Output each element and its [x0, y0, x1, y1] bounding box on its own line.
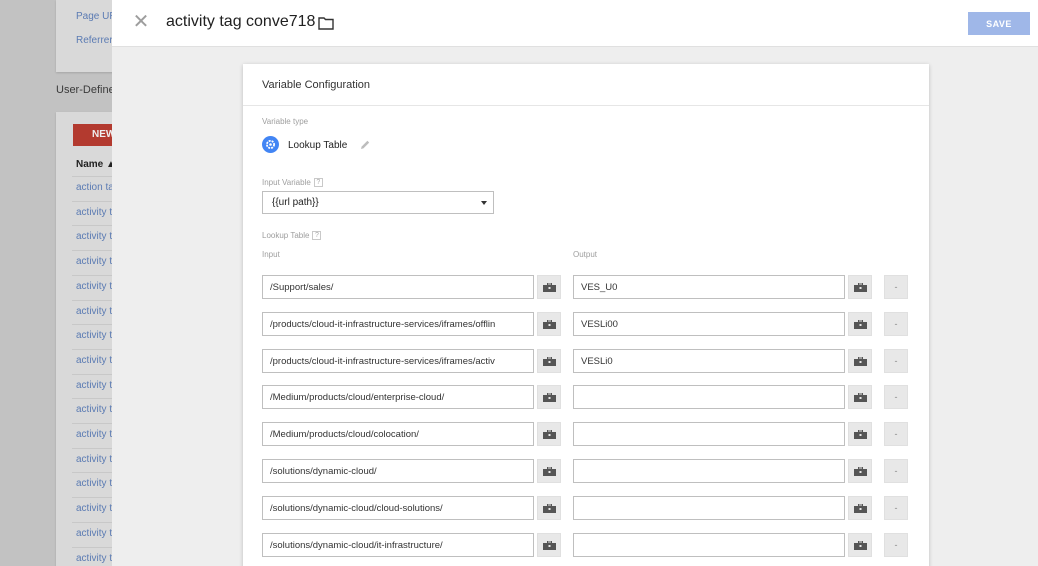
remove-row-button[interactable]: - — [884, 385, 908, 410]
input-column-header: Input — [262, 250, 280, 259]
insert-variable-button[interactable] — [537, 311, 561, 336]
insert-variable-button[interactable] — [537, 385, 561, 410]
variable-briefcase-icon — [854, 356, 867, 366]
dropdown-arrow-icon — [481, 201, 487, 205]
insert-variable-button[interactable] — [848, 459, 872, 483]
close-icon[interactable]: ✕ — [131, 11, 151, 33]
insert-variable-button[interactable] — [537, 532, 561, 557]
input-variable-value: {{url path}} — [272, 197, 319, 208]
variable-briefcase-icon — [543, 356, 556, 366]
lookup-input-field[interactable]: /Medium/products/cloud/colocation/ — [262, 422, 534, 447]
editor-topbar: ✕ activity tag conve718 SAVE — [112, 0, 1038, 47]
help-icon[interactable]: ? — [312, 231, 322, 241]
bg-link-referrer[interactable]: Referrer — [76, 35, 113, 46]
insert-variable-button[interactable] — [537, 275, 561, 299]
pencil-icon[interactable] — [359, 139, 371, 151]
lookup-input-field[interactable]: /Support/sales/ — [262, 275, 534, 299]
variable-briefcase-icon — [854, 319, 867, 329]
variable-configuration-card: Variable Configuration Variable type Loo… — [243, 64, 929, 566]
insert-variable-button[interactable] — [848, 348, 872, 373]
remove-row-button[interactable]: - — [884, 532, 908, 557]
insert-variable-button[interactable] — [537, 422, 561, 447]
insert-variable-button[interactable] — [848, 495, 872, 520]
variable-type-name: Lookup Table — [288, 140, 348, 151]
help-icon[interactable]: ? — [313, 178, 323, 188]
insert-variable-button[interactable] — [848, 385, 872, 410]
variable-briefcase-icon — [543, 393, 556, 403]
insert-variable-button[interactable] — [848, 275, 872, 299]
lookup-table-label-text: Lookup Table — [262, 231, 310, 240]
remove-row-button[interactable]: - — [884, 495, 908, 520]
insert-variable-button[interactable] — [537, 459, 561, 483]
lookup-input-field[interactable]: /solutions/dynamic-cloud/it-infrastructu… — [262, 532, 534, 557]
lookup-output-field[interactable] — [573, 532, 845, 557]
variable-briefcase-icon — [854, 283, 867, 292]
remove-row-button[interactable]: - — [884, 348, 908, 373]
lookup-input-field[interactable]: /Medium/products/cloud/enterprise-cloud/ — [262, 385, 534, 410]
remove-row-button[interactable]: - — [884, 422, 908, 447]
save-button[interactable]: SAVE — [968, 12, 1030, 35]
card-title: Variable Configuration — [262, 79, 371, 91]
lookup-output-field[interactable] — [573, 495, 845, 520]
variable-briefcase-icon — [543, 467, 556, 476]
insert-variable-button[interactable] — [848, 422, 872, 447]
lookup-table-label: Lookup Table? — [262, 231, 322, 241]
insert-variable-button[interactable] — [537, 348, 561, 373]
lookup-output-field[interactable] — [573, 385, 845, 410]
variable-type-label: Variable type — [262, 117, 309, 126]
lookup-output-field[interactable] — [573, 459, 845, 483]
variable-briefcase-icon — [854, 540, 867, 550]
variable-briefcase-icon — [854, 430, 867, 440]
insert-variable-button[interactable] — [848, 532, 872, 557]
lookup-input-field[interactable]: /solutions/dynamic-cloud/cloud-solutions… — [262, 495, 534, 520]
variable-title[interactable]: activity tag conve718 — [166, 13, 315, 31]
lookup-input-field[interactable]: /solutions/dynamic-cloud/ — [262, 459, 534, 483]
lookup-output-field[interactable]: VESLi0 — [573, 348, 845, 373]
lookup-output-field[interactable]: VES_U0 — [573, 275, 845, 299]
variable-briefcase-icon — [543, 283, 556, 292]
variable-briefcase-icon — [543, 503, 556, 513]
folder-icon[interactable] — [318, 16, 334, 30]
variable-briefcase-icon — [854, 393, 867, 403]
name-column-header[interactable]: Name ▲ — [76, 159, 116, 170]
card-header: Variable Configuration — [243, 64, 929, 106]
lookup-output-field[interactable]: VESLi00 — [573, 311, 845, 336]
remove-row-button[interactable]: - — [884, 459, 908, 483]
variable-briefcase-icon — [543, 430, 556, 440]
input-variable-label-text: Input Variable — [262, 178, 311, 187]
output-column-header: Output — [573, 250, 598, 259]
variable-editor-panel: ✕ activity tag conve718 SAVE Variable Co… — [112, 0, 1038, 566]
insert-variable-button[interactable] — [537, 495, 561, 520]
gear-icon — [262, 136, 279, 153]
lookup-input-field[interactable]: /products/cloud-it-infrastructure-servic… — [262, 348, 534, 373]
variable-briefcase-icon — [543, 319, 556, 329]
remove-row-button[interactable]: - — [884, 311, 908, 336]
lookup-output-field[interactable] — [573, 422, 845, 447]
variable-briefcase-icon — [854, 467, 867, 476]
variable-briefcase-icon — [543, 540, 556, 550]
remove-row-button[interactable]: - — [884, 275, 908, 299]
lookup-input-field[interactable]: /products/cloud-it-infrastructure-servic… — [262, 311, 534, 336]
insert-variable-button[interactable] — [848, 311, 872, 336]
variable-briefcase-icon — [854, 503, 867, 513]
input-variable-label: Input Variable? — [262, 178, 323, 188]
input-variable-select[interactable]: {{url path}} — [262, 191, 494, 214]
